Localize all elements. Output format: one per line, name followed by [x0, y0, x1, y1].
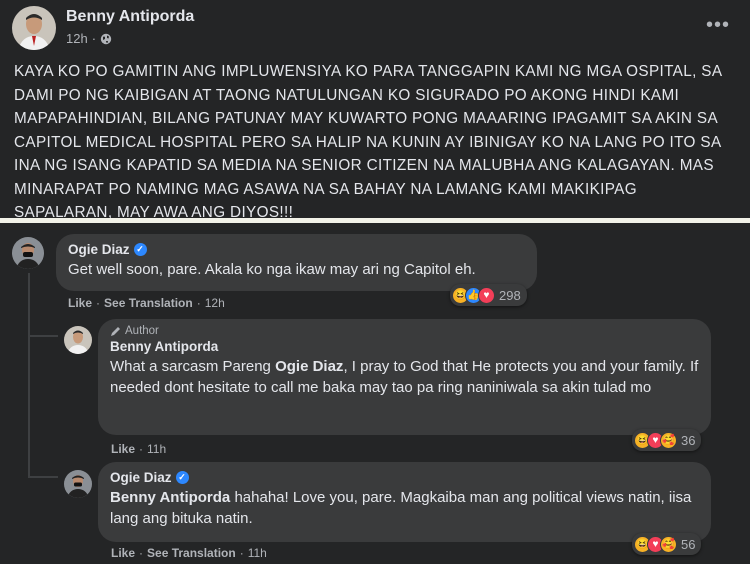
reply-author-name[interactable]: Ogie Diaz	[110, 470, 172, 485]
mention-link[interactable]: Benny Antiporda	[110, 489, 230, 506]
verified-badge-icon: ✓	[175, 471, 189, 484]
reply-timestamp[interactable]: 11h	[248, 546, 267, 560]
reply-timestamp[interactable]: 11h	[147, 442, 166, 456]
reaction-count: 36	[681, 432, 696, 448]
post-timestamp[interactable]: 12h	[66, 31, 88, 46]
reply-author-name[interactable]: Benny Antiporda	[110, 339, 699, 354]
reaction-summary[interactable]: 😆 ♥ 🥰 56	[632, 533, 702, 555]
see-translation-link[interactable]: See Translation	[147, 546, 236, 560]
comment-bubble: Ogie Diaz ✓ Get well soon, pare. Akala k…	[56, 234, 537, 291]
comment-author[interactable]: Ogie Diaz ✓	[68, 242, 525, 257]
globe-icon	[100, 33, 112, 44]
reply-bubble: Ogie Diaz ✓ Benny Antiporda hahaha! Love…	[98, 462, 711, 542]
comment-timestamp[interactable]: 12h	[205, 296, 225, 310]
reply-author[interactable]: Ogie Diaz ✓	[110, 470, 699, 485]
comments-section: Ogie Diaz ✓ Get well soon, pare. Akala k…	[0, 223, 750, 564]
like-button[interactable]: Like	[68, 296, 92, 310]
care-reaction-icon: 🥰	[660, 535, 677, 553]
post-author-avatar[interactable]	[12, 6, 56, 50]
reaction-count: 56	[681, 536, 696, 552]
comment-text: Get well soon, pare. Akala ko nga ikaw m…	[68, 261, 476, 278]
verified-badge-icon: ✓	[133, 243, 147, 256]
commenter-avatar[interactable]	[12, 237, 44, 269]
love-reaction-icon: ♥	[478, 286, 495, 304]
reply-text: What a sarcasm Pareng Ogie Diaz, I pray …	[110, 358, 699, 396]
post-card: Benny Antiporda 12h · ••• KAYA KO PO GAM…	[0, 0, 750, 221]
comment-actions: Like · See Translation · 12h	[68, 296, 225, 310]
reply-text: Benny Antiporda hahaha! Love you, pare. …	[110, 489, 692, 527]
see-translation-link[interactable]: See Translation	[104, 296, 193, 310]
reply-actions: Like · 11h	[111, 442, 167, 456]
reply-actions: Like · See Translation · 11h	[111, 546, 267, 560]
author-tag: Author	[110, 325, 699, 337]
post-meta: 12h ·	[66, 31, 112, 46]
post-body-text: KAYA KO PO GAMITIN ANG IMPLUWENSIYA KO P…	[14, 63, 722, 221]
reply-author-avatar[interactable]	[64, 326, 92, 354]
reaction-count: 298	[499, 287, 521, 303]
like-button[interactable]: Like	[111, 442, 135, 456]
thread-line	[28, 273, 30, 478]
comment-author-name[interactable]: Ogie Diaz	[68, 242, 130, 257]
thread-connector	[28, 335, 58, 337]
reply-bubble: Author Benny Antiporda What a sarcasm Pa…	[98, 319, 711, 435]
like-button[interactable]: Like	[111, 546, 135, 560]
reply-author-avatar[interactable]	[64, 470, 92, 498]
more-options-button[interactable]: •••	[703, 10, 733, 40]
reaction-summary[interactable]: 😆 ♥ 🥰 36	[632, 429, 702, 451]
reaction-summary[interactable]: 😆 👍 ♥ 298	[450, 284, 527, 306]
post-author-name[interactable]: Benny Antiporda	[66, 8, 194, 26]
thread-connector	[28, 476, 58, 478]
care-reaction-icon: 🥰	[660, 431, 677, 449]
author-tag-label: Author	[125, 325, 159, 337]
pencil-icon	[111, 326, 120, 336]
mention-link[interactable]: Ogie Diaz	[275, 358, 343, 375]
